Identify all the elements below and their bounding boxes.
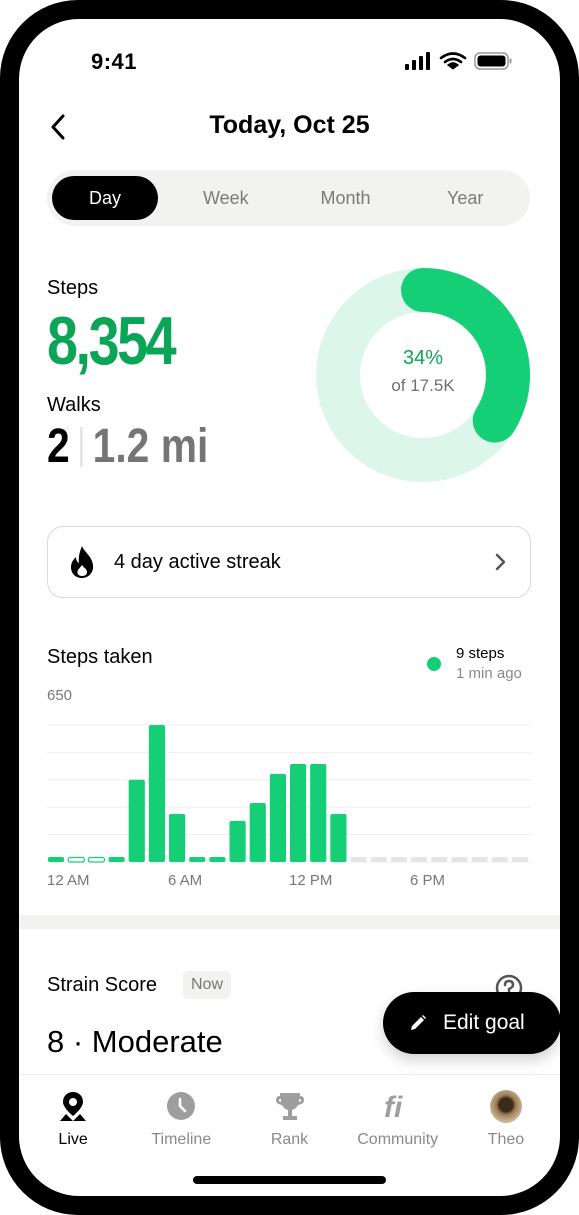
nav-rank[interactable]: Rank [235,1075,343,1164]
nav-timeline-label: Timeline [151,1131,212,1148]
edit-goal-label: Edit goal [443,1011,525,1034]
bar [67,856,85,863]
strain-title: Strain Score [47,974,158,996]
bar [471,857,488,862]
walks-divider [79,426,83,467]
bar [249,802,266,862]
wifi-icon [439,52,467,70]
tab-month[interactable]: Month [286,176,406,220]
nav-rank-label: Rank [270,1131,309,1148]
nav-live[interactable]: Live [19,1075,127,1164]
bottom-nav: Live Timeline Rank fi Community Theo [19,1074,560,1164]
bar [209,857,226,862]
chevron-right-icon [495,553,506,571]
nav-community[interactable]: fi Community [344,1075,452,1164]
battery-icon [474,52,512,70]
chart-title: Steps taken [47,646,153,668]
walks-row: 2 1.2 mi [47,419,208,474]
location-pin-icon [60,1092,87,1121]
bar [370,857,387,862]
tab-week[interactable]: Week [166,176,286,220]
bar [290,763,307,862]
status-icons [405,52,512,70]
nav-profile-label: Theo [487,1131,525,1148]
signal-icon [405,52,430,70]
bar [48,857,65,862]
avatar [489,1089,522,1123]
bar [148,725,165,862]
bar [451,857,468,862]
strain-value: 8 · Moderate [47,1024,223,1059]
bar [189,857,206,862]
bar [169,813,186,862]
clock-icon [167,1092,196,1120]
trophy-icon [275,1093,304,1120]
x-tick-label: 12 PM [289,872,332,889]
bar [229,820,246,862]
latest-time: 1 min ago [456,665,522,682]
steps-label: Steps [47,277,99,299]
x-tick-label: 6 AM [168,872,202,889]
bar [108,857,125,862]
bar [491,857,508,862]
tab-year[interactable]: Year [405,176,525,220]
bar [269,773,286,862]
bar [87,856,106,863]
y-tick-label: 650 [47,687,72,704]
steps-value: 8,354 [47,303,177,379]
screen: 9:41 Today, Oct 25 Day Week Month Year S… [19,19,560,1196]
bar [128,779,145,862]
nav-community-label: Community [357,1131,439,1148]
steps-bar-chart: 650 12 AM 6 AM 12 PM 6 PM [47,687,531,889]
home-indicator[interactable] [193,1176,386,1184]
bar [411,857,428,862]
tab-day[interactable]: Day [52,176,158,220]
x-tick-label: 12 AM [47,872,90,889]
streak-label: 4 day active streak [114,550,281,573]
walks-label: Walks [47,394,101,416]
streak-card[interactable]: 4 day active streak [47,526,531,598]
latest-steps: 9 steps [456,645,505,662]
bar [511,857,528,862]
bar [330,813,347,862]
bar [310,763,327,862]
goal-ring-center: 34% of 17.5K [315,347,531,396]
fi-logo-icon: fi [384,1091,403,1122]
page-title: Today, Oct 25 [209,111,370,139]
live-indicator-dot [427,657,441,671]
svg-text:fi: fi [384,1091,403,1122]
goal-total: of 17.5K [391,376,455,395]
nav-live-label: Live [58,1131,88,1148]
phone-frame: 9:41 Today, Oct 25 Day Week Month Year S… [0,0,579,1215]
bar [350,857,367,862]
flame-icon [71,546,94,578]
period-selector: Day Week Month Year [47,170,530,226]
status-time: 9:41 [91,49,138,74]
nav-profile[interactable]: Theo [452,1075,560,1164]
walks-distance: 1.2 mi [92,420,209,473]
goal-percent: 34% [402,347,444,369]
nav-timeline[interactable]: Timeline [127,1075,235,1164]
bar [431,857,448,862]
edit-goal-button[interactable]: Edit goal [383,992,560,1054]
walks-count: 2 [47,420,70,473]
bar [390,857,407,862]
section-divider [19,915,560,929]
pencil-icon [411,1015,426,1030]
x-tick-label: 6 PM [410,872,445,889]
now-badge: Now [183,971,232,999]
